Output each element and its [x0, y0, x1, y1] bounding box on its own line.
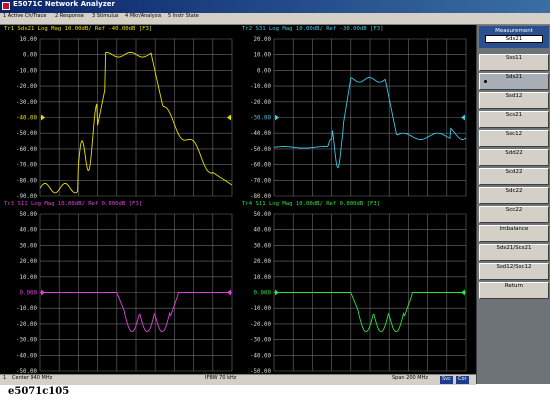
- channel-number: 1: [3, 375, 7, 381]
- y-tick-label: 10.00: [254, 275, 272, 281]
- softkey-label: Sdc22: [505, 188, 523, 194]
- y-tick-label: -20.00: [250, 100, 271, 106]
- y-tick-label: 30.00: [254, 243, 272, 249]
- y-tick-label: 20.00: [254, 37, 272, 43]
- softkey-ssd12[interactable]: Ssd12: [479, 92, 549, 109]
- y-tick-label: -10.00: [250, 84, 271, 90]
- softkey-label: Ssd12: [505, 93, 523, 99]
- y-tick-label: 50.00: [254, 212, 272, 218]
- y-tick-label: -60.00: [250, 163, 271, 169]
- menu-response[interactable]: 2 Response: [55, 13, 84, 24]
- app-icon: [2, 2, 10, 10]
- softkey-sds21[interactable]: Sds21: [479, 73, 549, 90]
- menu-active-ch-trace[interactable]: 1 Active Ch/Trace: [3, 13, 46, 24]
- window-title: E5071C Network Analyzer: [13, 0, 115, 8]
- menu-mkr-analysis[interactable]: 4 Mkr/Analysis: [125, 13, 161, 24]
- softkey-return[interactable]: Return: [479, 282, 549, 299]
- y-tick-label: 10.00: [254, 53, 272, 59]
- softkey-sdc22[interactable]: Sdc22: [479, 187, 549, 204]
- softkey-panel: Measurement Sds21 Sss11 Sds21 Ssd12 Scs21 Ss…: [476, 25, 550, 384]
- ref-marker-right-icon[interactable]: [461, 114, 465, 121]
- softkey-label: Scs21: [505, 112, 523, 118]
- y-tick-label: 0.000: [254, 291, 272, 297]
- ifbw: IFBW 70 kHz: [205, 375, 237, 381]
- center-frequency: Center 940 MHz: [12, 375, 53, 381]
- softkey-ssc12[interactable]: Ssc12: [479, 130, 549, 147]
- menu-bar: 1 Active Ch/Trace 2 Response 3 Stimulus …: [0, 13, 550, 25]
- y-tick-label: -30.00: [250, 116, 271, 122]
- softkey-ssd12-ssc12[interactable]: Ssd12/Ssc12: [479, 263, 549, 280]
- y-tick-label: -40.00: [250, 131, 271, 137]
- softkey-label: Scd22: [505, 169, 523, 175]
- y-tick-label: -50.00: [250, 147, 271, 153]
- softkey-label: Imbalance: [499, 226, 529, 232]
- softkey-label: Sds21: [505, 74, 523, 80]
- softkey-label: Sdd22: [505, 150, 523, 156]
- softkey-label: Scc22: [505, 207, 523, 213]
- chart-tr4[interactable]: 50.00 40.00 30.00 20.00 10.00 0.000 -10.00 -20.…: [0, 200, 476, 374]
- ref-marker-left-icon[interactable]: [275, 114, 279, 121]
- softkey-scc22[interactable]: Scc22: [479, 206, 549, 223]
- softkey-label: Sds21/Scs21: [496, 245, 532, 251]
- chart-svg: 20.00 10.00 0.00 -10.00 -20.00 -30.00 -40.00 -5…: [250, 37, 467, 199]
- softkey-label: Sss11: [505, 55, 523, 61]
- status-bar: 1 Center 940 MHz IFBW 70 kHz Span 200 MH…: [0, 374, 476, 385]
- y-tick-label: -70.00: [250, 178, 271, 184]
- figure-caption: e5071c105: [8, 386, 70, 397]
- chart-tr2[interactable]: 20.00 10.00 0.00 -10.00 -20.00 -30.00 -40.00 -5…: [0, 25, 476, 199]
- menu-instr-state[interactable]: 5 Instr State: [168, 13, 199, 24]
- span-frequency: Span 200 MHz: [392, 375, 429, 381]
- y-tick-label: -10.00: [250, 306, 271, 312]
- softkey-imbalance[interactable]: Imbalance: [479, 225, 549, 242]
- y-tick-label: -40.00: [250, 353, 271, 359]
- y-tick-label: 20.00: [254, 259, 272, 265]
- cor-badge: Cor: [456, 376, 469, 384]
- analyzer-window: E5071C Network Analyzer 1 Active Ch/Trac…: [0, 0, 550, 385]
- y-tick-label: 40.00: [254, 228, 272, 234]
- selected-dot-icon: [484, 80, 487, 83]
- y-tick-label: -30.00: [250, 338, 271, 344]
- softkey-title: Measurement Sds21: [479, 26, 549, 48]
- trace-header[interactable]: Tr4 S11 Log Mag 10.00dB/ Ref 0.000dB [F3…: [242, 201, 380, 207]
- softkey-sdd22[interactable]: Sdd22: [479, 149, 549, 166]
- svc-badge: Svc: [440, 376, 453, 384]
- trace-header[interactable]: Tr2 S31 Log Mag 10.00dB/ Ref -30.00dB [F…: [242, 26, 383, 32]
- softkey-sds21-scs21[interactable]: Sds21/Scs21: [479, 244, 549, 261]
- softkey-scd22[interactable]: Scd22: [479, 168, 549, 185]
- softkey-menu-title: Measurement: [495, 28, 533, 34]
- softkey-label: Ssd12/Ssc12: [496, 264, 532, 270]
- softkey-scs21[interactable]: Scs21: [479, 111, 549, 128]
- chart-svg: 50.00 40.00 30.00 20.00 10.00 0.000 -10.00 -20.…: [250, 212, 467, 374]
- softkey-sss11[interactable]: Sss11: [479, 54, 549, 71]
- softkey-current-value: Sds21: [485, 35, 543, 43]
- softkey-label: Ssc12: [505, 131, 523, 137]
- y-tick-label: -80.00: [250, 194, 271, 199]
- title-bar: E5071C Network Analyzer: [0, 0, 550, 13]
- y-tick-label: -20.00: [250, 322, 271, 328]
- menu-stimulus[interactable]: 3 Stimulus: [92, 13, 119, 24]
- softkey-label: Return: [504, 283, 524, 289]
- plot-area: 10.00 0.00 -10.00 -20.00 -30.00 -40.00 -50.00 -…: [0, 25, 476, 374]
- y-tick-label: 0.00: [257, 68, 271, 74]
